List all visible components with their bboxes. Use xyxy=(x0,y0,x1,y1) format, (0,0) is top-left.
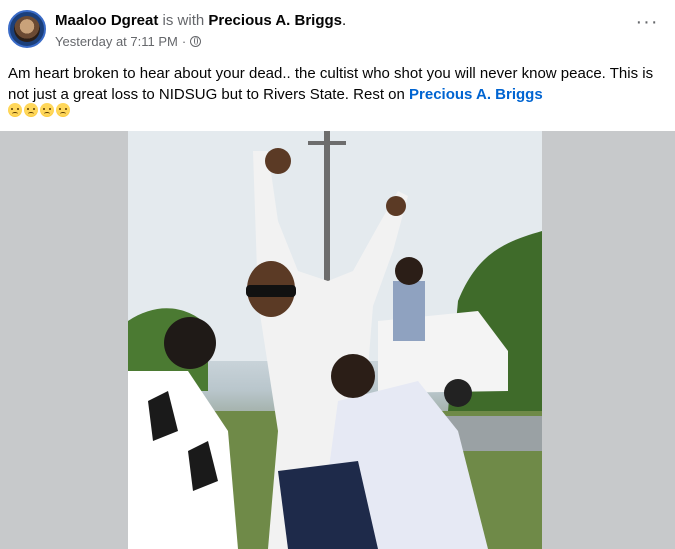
author-avatar[interactable] xyxy=(8,10,46,48)
with-text: is with xyxy=(158,12,209,29)
more-options-button[interactable]: ··· xyxy=(632,12,662,40)
post-photo[interactable] xyxy=(128,131,542,549)
sad-face-icon xyxy=(56,103,70,117)
sad-face-icon xyxy=(8,103,22,117)
post-meta: Yesterday at 7:11 PM · xyxy=(55,34,202,49)
sad-face-icon xyxy=(24,103,38,117)
author-line: Maaloo Dgreat is with Precious A. Briggs… xyxy=(55,12,346,29)
avatar-image xyxy=(14,16,40,42)
post-timestamp-link[interactable]: Yesterday at 7:11 PM xyxy=(55,34,178,49)
tagged-suffix: . xyxy=(342,12,347,29)
post-message: Am heart broken to hear about your dead.… xyxy=(8,63,663,105)
tagged-person-link[interactable]: Precious A. Briggs xyxy=(208,12,342,29)
photo-area[interactable] xyxy=(0,131,675,549)
post-header: Maaloo Dgreat is with Precious A. Briggs… xyxy=(0,0,675,56)
author-name-link[interactable]: Maaloo Dgreat xyxy=(55,12,158,29)
photo-illustration xyxy=(128,131,542,549)
mention-link[interactable]: Precious A. Briggs xyxy=(409,86,543,103)
meta-separator: · xyxy=(181,34,187,49)
post-message-text: Am heart broken to hear about your dead.… xyxy=(8,65,654,103)
globe-icon[interactable] xyxy=(190,36,202,47)
emoji-row xyxy=(8,103,70,117)
sad-face-icon xyxy=(40,103,54,117)
